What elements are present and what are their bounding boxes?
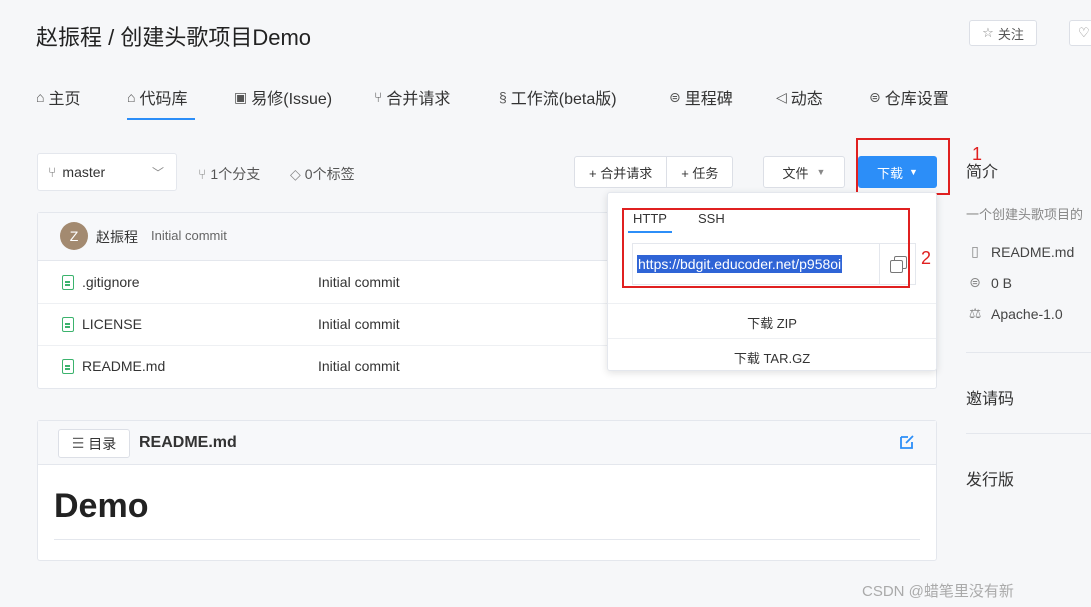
settings-icon: ⊜ (869, 88, 881, 105)
sidebar-divider (966, 433, 1091, 434)
readme-panel: ☰ 目录 README.md Demo (37, 420, 937, 561)
chevron-down-icon: ﹀ (151, 166, 164, 180)
merge-request-button[interactable]: + 合并请求 (575, 157, 666, 187)
sidebar-divider (966, 352, 1091, 353)
readme-link[interactable]: ▯ README.md (968, 243, 1074, 260)
branch-count-link[interactable]: ⑂ 1个分支 (198, 164, 260, 184)
file-dropdown-button[interactable]: 文件 ▼ (763, 156, 845, 188)
readme-link-label: README.md (991, 243, 1075, 260)
database-icon: ⊜ (969, 274, 981, 290)
license-label: Apache-1.0 (991, 305, 1063, 322)
annotation-marker-2: 2 (921, 248, 932, 268)
favorite-button[interactable]: ♡ (1069, 20, 1091, 46)
file-name[interactable]: .gitignore (82, 274, 140, 290)
repo-description: 一个创建头歌项目的 (966, 207, 1084, 222)
list-icon: ☰ (71, 435, 85, 451)
book-icon: ▯ (971, 243, 979, 259)
repo-title[interactable]: 赵振程 / 创建头歌项目Demo (36, 20, 311, 52)
tab-settings[interactable]: ⊜ 仓库设置 (869, 86, 949, 109)
caret-down-icon: ▼ (816, 167, 826, 177)
branch-icon: ⑂ (198, 166, 207, 182)
merge-icon: ⑂ (374, 89, 383, 105)
tab-settings-label: 仓库设置 (884, 91, 949, 108)
branch-count: 1个分支 (210, 166, 261, 182)
file-commit-message[interactable]: Initial commit (318, 358, 400, 374)
intro-title: 简介 (966, 164, 999, 181)
toc-button[interactable]: ☰ 目录 (58, 429, 130, 458)
file-commit-message[interactable]: Initial commit (318, 316, 400, 332)
tab-activity-label: 动态 (790, 91, 823, 108)
tab-milestone-label: 里程碑 (684, 91, 733, 108)
tab-issue-label: 易修(Issue) (251, 91, 333, 108)
download-targz-item[interactable]: 下载 TAR.GZ (608, 348, 936, 367)
action-button-group: + 合并请求 + 任务 (574, 156, 734, 188)
tag-count-link[interactable]: ◇ 0个标签 (290, 164, 355, 184)
commit-author[interactable]: 赵振程 (96, 227, 138, 247)
repo-size: ⊜ 0 B (968, 274, 1012, 291)
star-outline-icon: ☆ (982, 25, 994, 40)
tab-merge-requests[interactable]: ⑂ 合并请求 (374, 86, 450, 108)
tag-count: 0个标签 (304, 166, 355, 182)
download-zip-item[interactable]: 下载 ZIP (608, 313, 936, 332)
branch-name: master (62, 164, 106, 180)
repo-size-label: 0 B (991, 274, 1013, 291)
file-icon (62, 359, 74, 374)
dropdown-divider (608, 338, 936, 339)
tab-merge-label: 合并请求 (386, 91, 451, 108)
heading-divider (54, 539, 920, 540)
tab-code-label: 代码库 (139, 91, 188, 108)
dropdown-divider (608, 303, 936, 304)
tab-code[interactable]: ⌂ 代码库 (127, 86, 187, 108)
license-link[interactable]: ⚖ Apache-1.0 (968, 305, 1063, 322)
tab-home-label: 主页 (48, 91, 81, 108)
tag-icon: ◇ (290, 165, 301, 182)
watermark: CSDN @蜡笔里没有新 (862, 583, 1014, 600)
invite-code-title: 邀请码 (966, 391, 1015, 408)
follow-label: 关注 (997, 26, 1024, 42)
releases-title[interactable]: 发行版 (966, 466, 1014, 490)
follow-button[interactable]: ☆ 关注 (969, 20, 1037, 46)
file-name[interactable]: README.md (82, 358, 165, 374)
readme-header: ☰ 目录 README.md (38, 421, 936, 465)
readme-heading: Demo (54, 487, 149, 525)
edit-icon[interactable] (899, 434, 915, 450)
avatar[interactable]: Z (60, 222, 88, 250)
annotation-box-2 (622, 208, 910, 288)
readme-file-name: README.md (139, 434, 237, 451)
file-label: 文件 (782, 165, 809, 181)
file-icon (62, 317, 74, 332)
tab-milestone[interactable]: ⊜ 里程碑 (669, 86, 733, 109)
workflow-icon: § (499, 89, 507, 105)
latest-commit-message[interactable]: Initial commit (151, 228, 227, 243)
branch-select[interactable]: ⑂ master ﹀ (37, 153, 177, 191)
issue-icon: ▣ (234, 88, 248, 105)
file-name[interactable]: LICENSE (82, 316, 142, 332)
scale-icon: ⚖ (968, 305, 982, 321)
file-commit-message[interactable]: Initial commit (318, 274, 400, 290)
home-icon: ⌂ (36, 89, 45, 105)
annotation-box-1 (856, 138, 950, 195)
tab-issue[interactable]: ▣ 易修(Issue) (234, 86, 333, 109)
milestone-icon: ⊜ (669, 88, 681, 105)
tab-workflow[interactable]: § 工作流(beta版) (499, 86, 617, 108)
file-icon (62, 275, 74, 290)
branch-icon: ⑂ (48, 164, 57, 180)
activity-icon: ◁ (776, 88, 787, 105)
active-tab-indicator (127, 118, 195, 120)
heart-icon: ♡ (1078, 25, 1090, 40)
tab-activity[interactable]: ◁ 动态 (776, 86, 823, 109)
code-icon: ⌂ (127, 89, 136, 105)
task-button[interactable]: + 任务 (666, 157, 732, 187)
tab-home[interactable]: ⌂ 主页 (36, 86, 80, 108)
toc-label: 目录 (88, 435, 117, 452)
tab-workflow-label: 工作流(beta版) (510, 91, 617, 108)
